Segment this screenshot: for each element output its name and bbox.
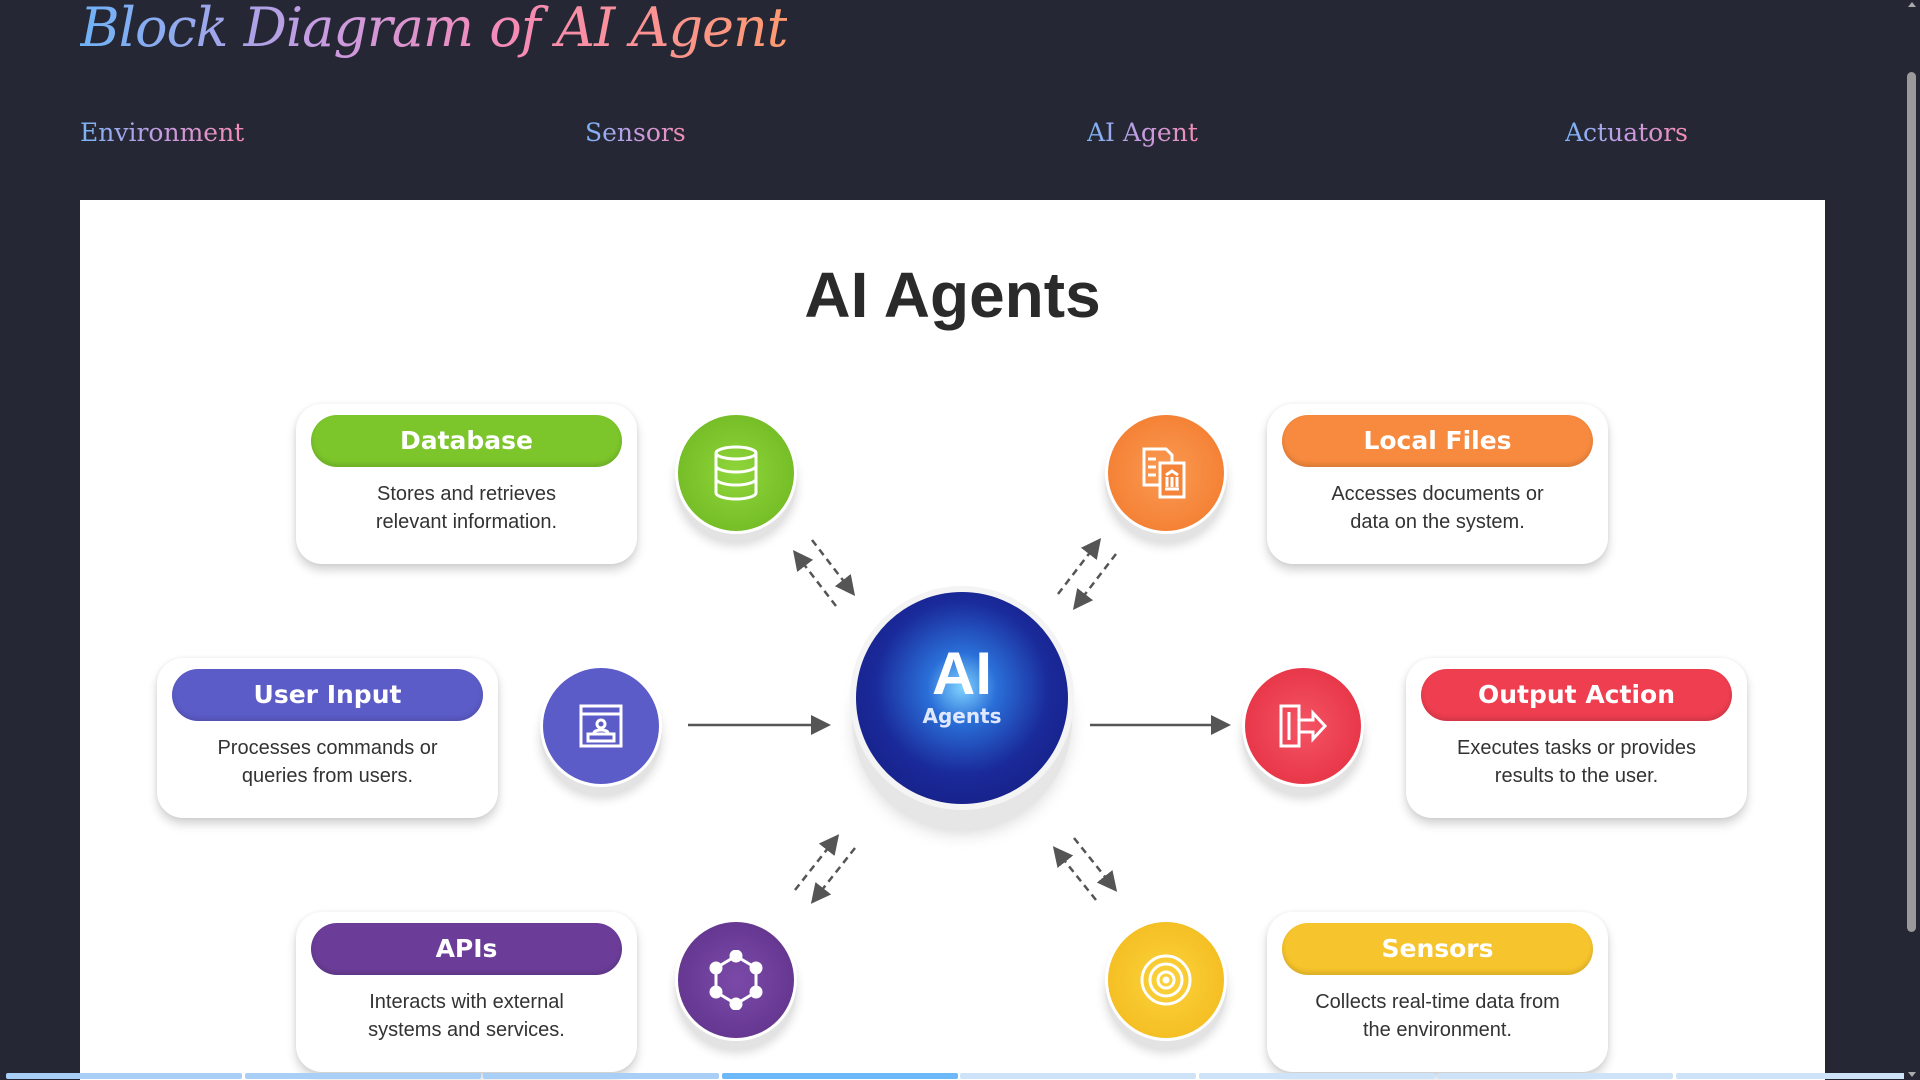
block-user-input: User Input Processes commands or queries … — [157, 658, 498, 818]
radar-icon — [1105, 919, 1227, 1041]
block-description: Collects real-time data from the environm… — [1315, 991, 1560, 1041]
carousel-segment-6[interactable] — [1198, 1073, 1435, 1079]
block-sensors: Sensors Collects real-time data from the … — [1267, 912, 1608, 1072]
carousel-segment-2[interactable] — [244, 1073, 481, 1079]
user-window-icon — [540, 665, 662, 787]
block-apis: APIs Interacts with external systems and … — [296, 912, 637, 1072]
block-description: Interacts with external systems and servi… — [368, 991, 565, 1041]
carousel-segment-5[interactable] — [960, 1073, 1196, 1079]
carousel-segment-4[interactable] — [721, 1073, 958, 1079]
documents-icon — [1105, 412, 1227, 534]
carousel-segment-7[interactable] — [1437, 1073, 1673, 1079]
hub-main-text: AI — [932, 640, 992, 707]
block-description: Stores and retrieves relevant information… — [375, 483, 558, 533]
block-description: Processes commands or queries from users. — [217, 737, 438, 787]
carousel-segment-3[interactable] — [483, 1073, 719, 1079]
scrollbar-thumb[interactable] — [1907, 72, 1916, 932]
scroll-down-icon[interactable] — [1908, 1072, 1916, 1077]
block-output-action: Output Action Executes tasks or provides… — [1406, 658, 1747, 818]
block-label: APIs — [311, 923, 622, 975]
database-icon — [675, 412, 797, 534]
exit-arrow-icon — [1242, 665, 1364, 787]
block-label: Sensors — [1282, 923, 1593, 975]
hexagon-network-icon — [675, 919, 797, 1041]
connector-arrows — [688, 538, 1231, 904]
block-label: User Input — [172, 669, 483, 721]
block-label: Output Action — [1421, 669, 1732, 721]
block-description: Accesses documents or data on the system. — [1331, 483, 1544, 533]
block-label: Local Files — [1282, 415, 1593, 467]
block-description: Executes tasks or provides results to the… — [1457, 737, 1696, 787]
carousel-segment-8[interactable] — [1675, 1073, 1912, 1079]
ai-agents-hub: AI Agents — [856, 592, 1068, 804]
carousel-segment-1[interactable] — [6, 1073, 242, 1079]
hub-sub-text: Agents — [922, 704, 1002, 728]
block-label: Database — [311, 415, 622, 467]
block-database: Database Stores and retrieves relevant in… — [296, 404, 637, 564]
block-local-files: Local Files Accesses documents or data on… — [1267, 404, 1608, 564]
scroll-up-icon[interactable] — [1908, 2, 1916, 7]
